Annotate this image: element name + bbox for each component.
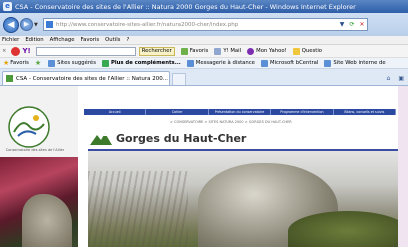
toolbar-favorites-button[interactable]: Favoris	[180, 47, 209, 55]
menu-help[interactable]: ?	[126, 37, 129, 43]
yahoo-button-icon[interactable]	[11, 46, 21, 56]
fav-item-intranet[interactable]: Site Web interne de	[324, 59, 386, 67]
logo-caption: Conservatoire des sites de l'Allier	[5, 148, 65, 152]
refresh-icon[interactable]: ⟳	[347, 19, 357, 30]
fav-item-label: Microsoft bCentral	[269, 60, 319, 66]
tab-row: CSA - Conservatoire des sites de l'Allie…	[0, 69, 408, 86]
stop-icon[interactable]: ✕	[357, 19, 367, 30]
myyahoo-icon	[247, 47, 255, 55]
mountain-icon	[90, 133, 112, 145]
link-icon	[260, 59, 268, 67]
menu-tools[interactable]: Outils	[105, 37, 120, 43]
menu-edit[interactable]: Edition	[25, 37, 43, 43]
yahoo-logo[interactable]: Y!	[22, 47, 30, 55]
search-label: Rechercher	[141, 48, 172, 54]
toolbar-questions-button[interactable]: Questio	[292, 47, 323, 55]
address-dropdown-icon[interactable]: ▼	[337, 19, 347, 30]
link-icon	[186, 59, 194, 67]
link-icon	[101, 59, 109, 67]
mail-icon	[214, 47, 222, 55]
toolbar-questions-label: Questio	[301, 48, 323, 54]
nav-presentation[interactable]: Présentation du conservatoire	[209, 109, 272, 115]
fav-item-label: Plus de compléments...	[110, 60, 181, 66]
favorites-button[interactable]: ★ Favoris	[3, 59, 29, 67]
menu-bar: Fichier Edition Affichage Favoris Outils…	[0, 36, 408, 45]
bare-trees	[88, 171, 188, 247]
url-host: http://www.conservatoire-sites-allier.fr	[56, 21, 161, 28]
toolbar-myyahoo-label: Mon Yahoo!	[256, 48, 287, 54]
address-row: ◀ ▶ ▼ http://www.conservatoire-sites-all…	[0, 13, 408, 36]
add-favorite-button[interactable]: ★	[35, 59, 42, 67]
history-dropdown-icon[interactable]: ▼	[34, 22, 40, 28]
left-panel: Conservatoire des sites de l'Allier	[0, 86, 78, 247]
plus-icon	[180, 47, 188, 55]
shrubs	[288, 211, 400, 247]
favorites-label: Favoris	[10, 60, 29, 66]
yahoo-search-input[interactable]	[35, 46, 136, 56]
menu-file[interactable]: Fichier	[2, 37, 19, 43]
add-favorite-icon: ★	[34, 59, 42, 67]
home-icon[interactable]: ⌂	[387, 75, 391, 82]
url-path: /natura2000-cher/index.php	[160, 21, 239, 28]
link-icon	[48, 59, 56, 67]
ie-icon: e	[3, 2, 12, 11]
nav-bilans[interactable]: Bilans, conseils et suivis	[334, 109, 397, 115]
fav-item-addons[interactable]: Plus de compléments...	[101, 59, 181, 67]
menu-favorites[interactable]: Favoris	[81, 37, 100, 43]
questions-icon	[292, 47, 300, 55]
csa-logo	[8, 106, 50, 148]
tab-csa[interactable]: CSA - Conservatoire des sites de l'Allie…	[2, 71, 170, 85]
toolbar-favorites-label: Favoris	[189, 48, 209, 54]
site-nav: Accueil Cahier Présentation du conservat…	[84, 109, 397, 115]
address-bar[interactable]: http://www.conservatoire-sites-allier.fr…	[43, 18, 368, 31]
fav-item-label: Site Web interne de	[333, 60, 386, 66]
gorges-photo	[88, 151, 400, 247]
page-icon	[46, 21, 53, 28]
yahoo-search-button[interactable]: Rechercher	[138, 46, 175, 56]
toolbar-mail-label: Y! Mail	[223, 48, 242, 54]
fav-item-label: Sites suggérés	[57, 60, 96, 66]
favorites-bar: ★ Favoris ★ Sites suggérés Plus de complé…	[0, 58, 408, 69]
nav-home[interactable]: Accueil	[84, 109, 147, 115]
forward-button[interactable]: ▶	[20, 18, 33, 31]
site-favicon	[6, 75, 13, 82]
yahoo-toolbar: × Y! Rechercher Favoris Y! Mail Mon Yaho…	[0, 45, 408, 58]
new-tab-button[interactable]	[172, 73, 186, 85]
site-title-block: Gorges du Haut-Cher	[90, 131, 246, 145]
nav-programme[interactable]: Programme d'intervention	[271, 109, 334, 115]
nav-cahier[interactable]: Cahier	[146, 109, 209, 115]
back-button[interactable]: ◀	[3, 16, 19, 33]
close-toolbar-icon[interactable]: ×	[2, 48, 6, 54]
right-panel	[398, 86, 408, 247]
toolbar-mail-button[interactable]: Y! Mail	[214, 47, 242, 55]
star-icon: ★	[3, 59, 10, 67]
fav-item-label: Messagerie à distance	[195, 60, 255, 66]
fav-item-messaging[interactable]: Messagerie à distance	[186, 59, 255, 67]
web-page: Conservatoire des sites de l'Allier Accu…	[0, 86, 408, 247]
tab-label: CSA - Conservatoire des sites de l'Allie…	[16, 75, 168, 82]
page-title: Gorges du Haut-Cher	[116, 131, 247, 145]
link-icon	[324, 59, 332, 67]
address-url[interactable]: http://www.conservatoire-sites-allier.fr…	[56, 22, 335, 28]
fav-item-bcentral[interactable]: Microsoft bCentral	[260, 59, 319, 67]
feeds-icon[interactable]: ▣	[398, 75, 404, 82]
menu-view[interactable]: Affichage	[50, 37, 75, 43]
breadcrumb[interactable]: > CONSERVATOIRE > SITES NATURA 2000 > GO…	[170, 120, 292, 124]
fav-item-suggested[interactable]: Sites suggérés	[48, 59, 96, 67]
window-title: CSA - Conservatoire des sites de l'Allie…	[15, 2, 356, 11]
toolbar-myyahoo-button[interactable]: Mon Yahoo!	[247, 47, 287, 55]
window-title-bar: e CSA - Conservatoire des sites de l'All…	[0, 0, 408, 13]
